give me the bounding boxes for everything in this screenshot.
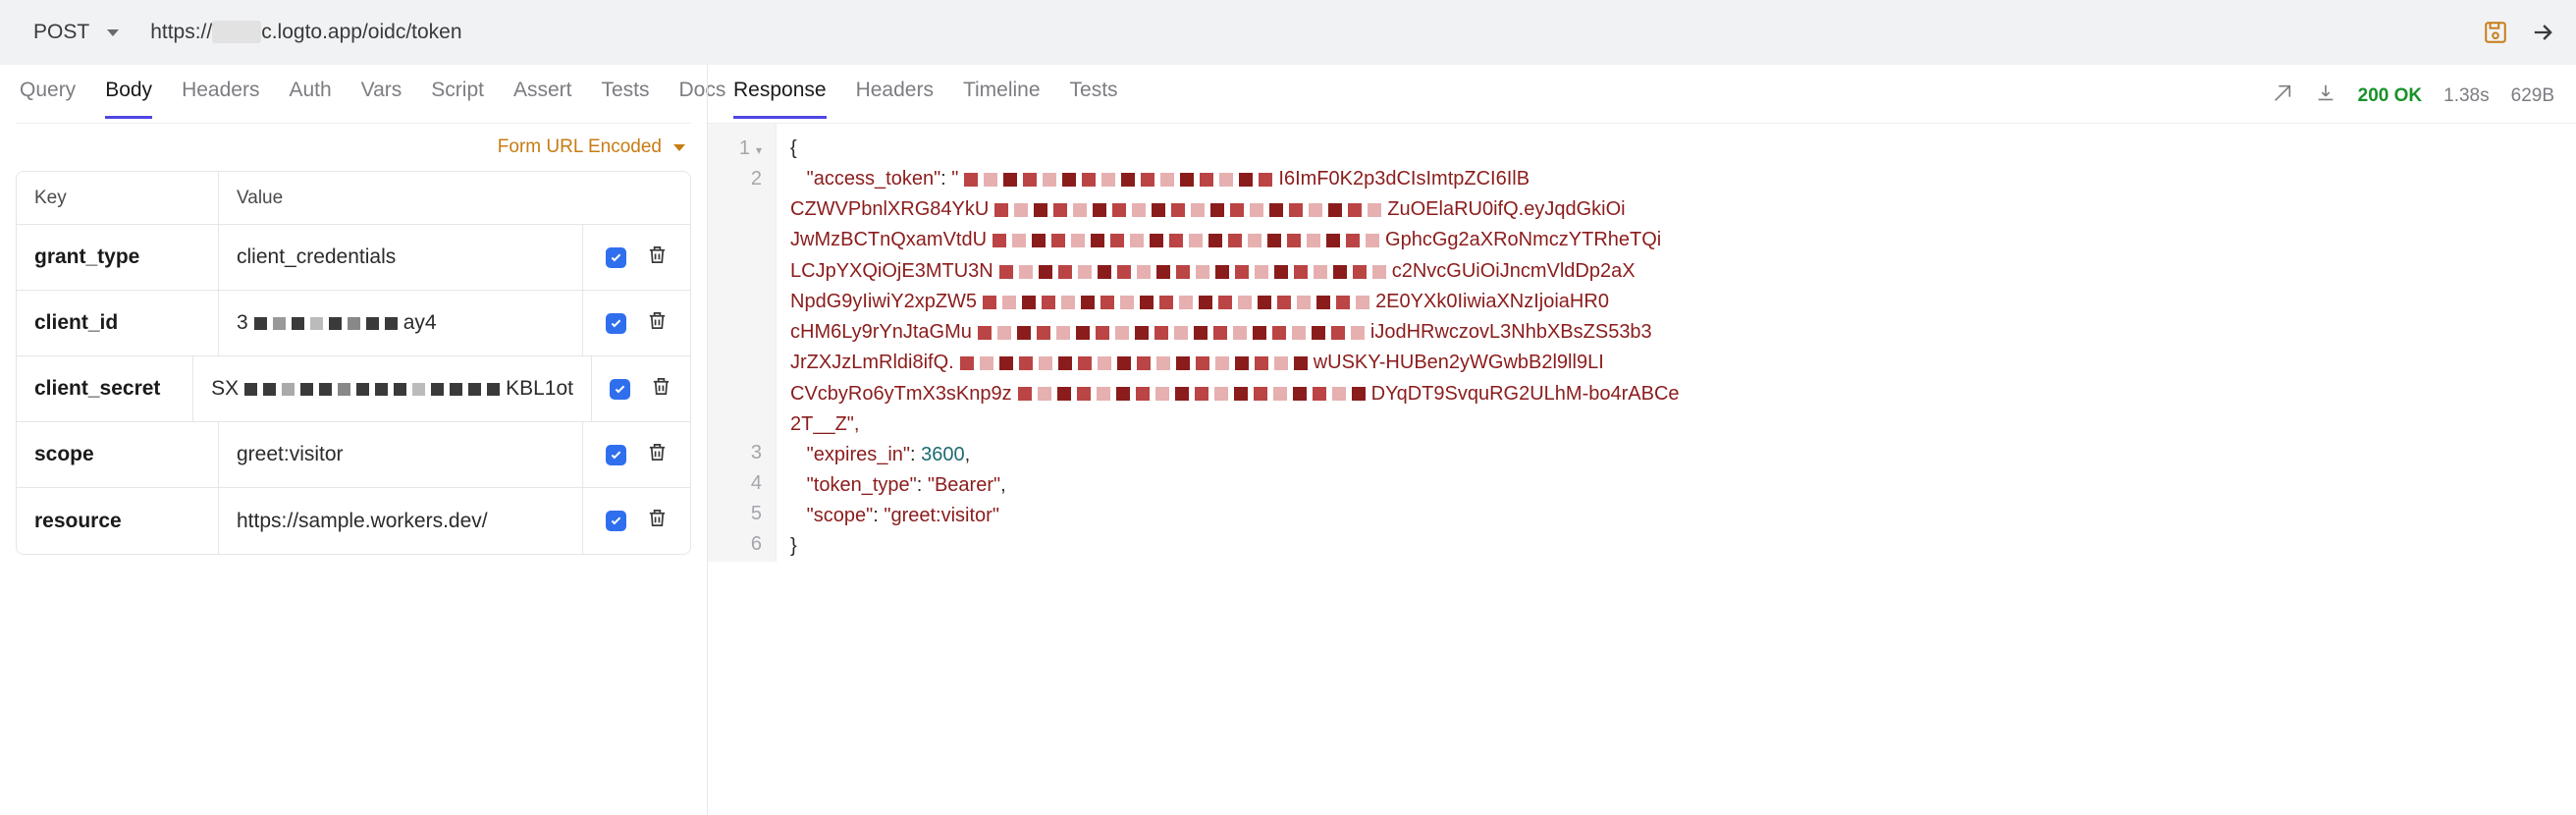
- response-panel: Response Headers Timeline Tests 200 OK 1…: [707, 65, 2576, 815]
- enable-checkbox[interactable]: [606, 313, 626, 334]
- param-key[interactable]: grant_type: [17, 245, 218, 269]
- param-key[interactable]: client_id: [17, 311, 218, 335]
- redacted-segment: [1018, 387, 1366, 401]
- delete-row-button[interactable]: [646, 244, 669, 272]
- param-value[interactable]: https://sample.workers.dev/: [218, 488, 582, 554]
- redacted-segment: [978, 326, 1365, 340]
- response-body-editor[interactable]: 1 2 3 4 5 6 { "access_token": "I6ImF0K2p…: [708, 124, 2576, 562]
- chevron-down-icon: [673, 144, 685, 151]
- body-type-label: Form URL Encoded: [498, 136, 662, 158]
- url-suffix: c.logto.app/oidc/token: [261, 21, 461, 43]
- table-row: resource https://sample.workers.dev/: [17, 488, 690, 554]
- delete-row-button[interactable]: [646, 441, 669, 469]
- form-table: Key Value grant_type client_credentials …: [16, 171, 691, 555]
- redacted-segment: [244, 383, 500, 396]
- request-tabrow: Query Body Headers Auth Vars Script Asse…: [16, 69, 691, 124]
- param-value[interactable]: 3 ay4: [218, 291, 582, 355]
- response-size: 629B: [2511, 85, 2554, 107]
- delete-row-button[interactable]: [646, 309, 669, 338]
- redacted-segment: [994, 203, 1381, 217]
- value-prefix: SX: [211, 377, 239, 401]
- tab-response[interactable]: Response: [733, 75, 827, 119]
- response-tabrow: Response Headers Timeline Tests 200 OK 1…: [708, 69, 2576, 124]
- tab-vars[interactable]: Vars: [361, 75, 402, 119]
- tab-response-headers[interactable]: Headers: [856, 75, 934, 119]
- redacted-segment: [999, 265, 1386, 279]
- body-type-select[interactable]: Form URL Encoded: [16, 124, 691, 171]
- download-icon[interactable]: [2315, 82, 2336, 110]
- response-time: 1.38s: [2443, 85, 2489, 107]
- header-value: Value: [218, 172, 690, 224]
- line-gutter: 1 2 3 4 5 6: [708, 124, 777, 562]
- redacted-segment: [254, 317, 398, 330]
- param-value[interactable]: client_credentials: [218, 225, 582, 290]
- chevron-down-icon: [107, 29, 119, 36]
- header-key: Key: [17, 188, 218, 209]
- tab-tests[interactable]: Tests: [601, 75, 649, 119]
- param-value[interactable]: SX KBL1ot: [192, 356, 591, 421]
- tab-auth[interactable]: Auth: [289, 75, 331, 119]
- value-suffix: ay4: [403, 311, 437, 335]
- table-row: client_id 3 ay4: [17, 291, 690, 356]
- tab-assert[interactable]: Assert: [513, 75, 572, 119]
- clear-icon[interactable]: [2272, 82, 2293, 110]
- delete-row-button[interactable]: [646, 507, 669, 535]
- table-row: client_secret SX KBL1ot: [17, 356, 690, 422]
- url-bar: POST https://xxxxc.logto.app/oidc/token: [0, 0, 2576, 65]
- status-code: 200 OK: [2358, 85, 2422, 107]
- url-prefix: https://: [150, 21, 212, 43]
- delete-row-button[interactable]: [650, 375, 672, 404]
- enable-checkbox[interactable]: [606, 511, 626, 531]
- value-suffix: KBL1ot: [506, 377, 573, 401]
- send-request-button[interactable]: [2527, 17, 2558, 48]
- response-source: { "access_token": "I6ImF0K2p3dCIsImtpZCI…: [777, 124, 2576, 562]
- enable-checkbox[interactable]: [606, 445, 626, 465]
- request-panel: Query Body Headers Auth Vars Script Asse…: [0, 65, 707, 815]
- param-key[interactable]: scope: [17, 443, 218, 466]
- tab-timeline[interactable]: Timeline: [963, 75, 1041, 119]
- table-header-row: Key Value: [17, 172, 690, 225]
- http-method-select[interactable]: POST: [18, 21, 134, 44]
- tab-query[interactable]: Query: [20, 75, 76, 119]
- tab-body[interactable]: Body: [105, 75, 152, 119]
- tab-script[interactable]: Script: [431, 75, 484, 119]
- table-row: grant_type client_credentials: [17, 225, 690, 291]
- value-prefix: 3: [237, 311, 248, 335]
- table-row: scope greet:visitor: [17, 422, 690, 488]
- tab-response-tests[interactable]: Tests: [1070, 75, 1118, 119]
- http-method-label: POST: [33, 21, 89, 44]
- param-value[interactable]: greet:visitor: [218, 422, 582, 487]
- enable-checkbox[interactable]: [606, 247, 626, 268]
- redacted-segment: [993, 234, 1379, 247]
- enable-checkbox[interactable]: [610, 379, 630, 400]
- save-button[interactable]: [2480, 17, 2511, 48]
- redacted-segment: [964, 173, 1272, 187]
- param-key[interactable]: resource: [17, 510, 218, 533]
- redacted-segment: [983, 296, 1369, 309]
- tab-headers[interactable]: Headers: [182, 75, 259, 119]
- url-hidden-segment: xxxx: [212, 21, 261, 43]
- redacted-segment: [960, 356, 1308, 370]
- url-input[interactable]: https://xxxxc.logto.app/oidc/token: [150, 21, 2464, 44]
- param-key[interactable]: client_secret: [17, 377, 192, 401]
